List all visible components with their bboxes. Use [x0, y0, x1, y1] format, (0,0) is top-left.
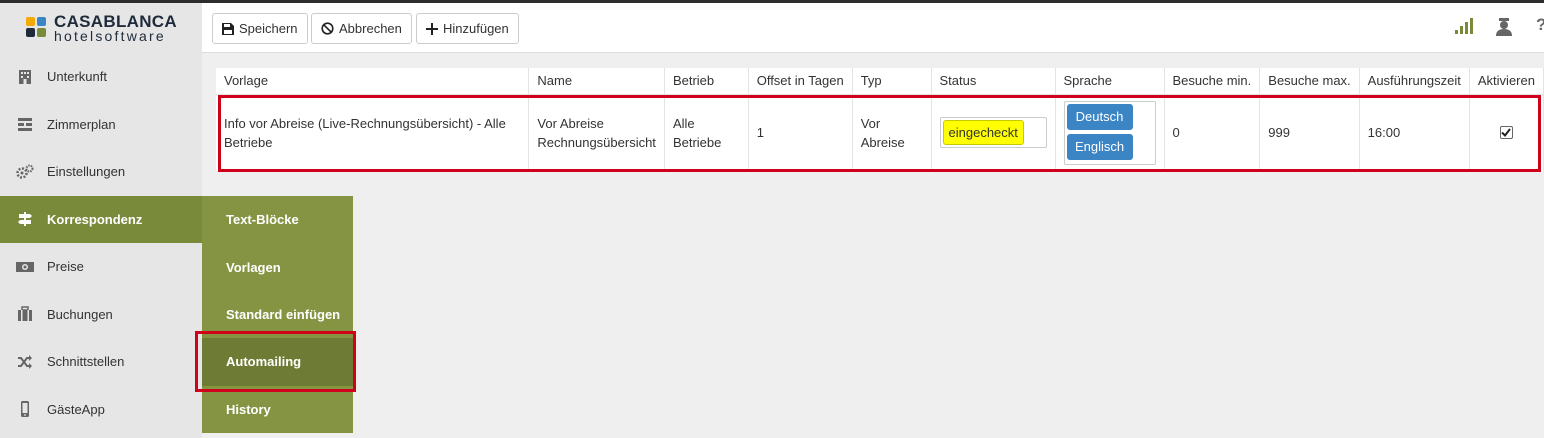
signal-icon[interactable] — [1454, 17, 1474, 35]
sidebar-item-label: GästeApp — [47, 401, 105, 417]
ban-icon — [321, 22, 334, 35]
signpost-icon — [16, 210, 34, 228]
money-icon — [16, 258, 34, 276]
plus-icon — [426, 22, 438, 35]
sidebar-item-schnittstellen[interactable]: Schnittstellen — [0, 338, 202, 386]
sidebar-item-einstellungen[interactable]: Einstellungen — [0, 148, 202, 196]
suitcase-icon — [16, 305, 34, 323]
add-button[interactable]: Hinzufügen — [416, 13, 519, 44]
logo-mark-icon — [26, 17, 48, 39]
highlight-box-automailing — [195, 331, 356, 392]
submenu-item-vorlagen[interactable]: Vorlagen — [202, 243, 353, 290]
column-header-typ[interactable]: Typ — [852, 68, 932, 95]
cancel-button[interactable]: Abbrechen — [311, 13, 412, 44]
sidebar-item-label: Schnittstellen — [47, 354, 125, 370]
add-button-label: Hinzufügen — [443, 21, 509, 36]
column-header-offset[interactable]: Offset in Tagen — [748, 68, 853, 95]
room-plan-icon — [16, 115, 34, 133]
sidebar-item-label: Einstellungen — [47, 164, 126, 180]
sidebar-item-preise[interactable]: Preise — [0, 243, 202, 291]
highlight-box-table-row — [218, 95, 1541, 172]
building-icon — [16, 68, 34, 86]
help-icon[interactable]: ? — [1536, 15, 1544, 35]
column-header-vorlage[interactable]: Vorlage — [216, 68, 530, 95]
mobile-icon — [16, 400, 34, 418]
sidebar: CASABLANCA hotelsoftware Unterkunft Zimm… — [0, 3, 202, 438]
column-header-aktivieren[interactable]: Aktivieren — [1469, 68, 1544, 95]
korrespondenz-submenu: Text-Blöcke Vorlagen Standard einfügen A… — [202, 196, 353, 433]
sidebar-item-unterkunft[interactable]: Unterkunft — [0, 53, 202, 101]
sidebar-item-label: Unterkunft — [47, 69, 107, 85]
submenu-item-text-bloecke[interactable]: Text-Blöcke — [202, 196, 353, 243]
column-header-ausfuehrungszeit[interactable]: Ausführungszeit — [1359, 68, 1470, 95]
shuffle-icon — [16, 353, 34, 371]
floppy-disk-icon — [222, 22, 234, 35]
sidebar-item-zimmerplan[interactable]: Zimmerplan — [0, 101, 202, 149]
user-icon[interactable] — [1495, 17, 1513, 37]
sidebar-item-label: Preise — [47, 259, 84, 275]
sidebar-item-gaesteapp[interactable]: GästeApp — [0, 386, 202, 434]
column-header-sprache[interactable]: Sprache — [1055, 68, 1165, 95]
save-button-label: Speichern — [239, 21, 298, 36]
sidebar-item-label: Korrespondenz — [47, 211, 143, 227]
table-header-row: Vorlage Name Betrieb Offset in Tagen Typ… — [216, 68, 1544, 95]
column-header-name[interactable]: Name — [528, 68, 665, 95]
submenu-item-history[interactable]: History — [202, 386, 353, 433]
column-header-besuche-min[interactable]: Besuche min. — [1164, 68, 1261, 95]
sidebar-item-label: Buchungen — [47, 306, 113, 322]
sidebar-item-buchungen[interactable]: Buchungen — [0, 291, 202, 339]
save-button[interactable]: Speichern — [212, 13, 308, 44]
gears-icon — [16, 163, 34, 181]
cancel-button-label: Abbrechen — [339, 21, 402, 36]
sidebar-item-korrespondenz[interactable]: Korrespondenz — [0, 195, 202, 243]
sidebar-item-label: Zimmerplan — [47, 116, 116, 132]
column-header-status[interactable]: Status — [931, 68, 1056, 95]
toolbar: Speichern Abbrechen Hinzufügen ? — [202, 3, 1544, 53]
logo[interactable]: CASABLANCA hotelsoftware — [0, 3, 202, 53]
column-header-betrieb[interactable]: Betrieb — [664, 68, 749, 95]
column-header-besuche-max[interactable]: Besuche max. — [1259, 68, 1360, 95]
logo-subtitle: hotelsoftware — [54, 28, 166, 44]
